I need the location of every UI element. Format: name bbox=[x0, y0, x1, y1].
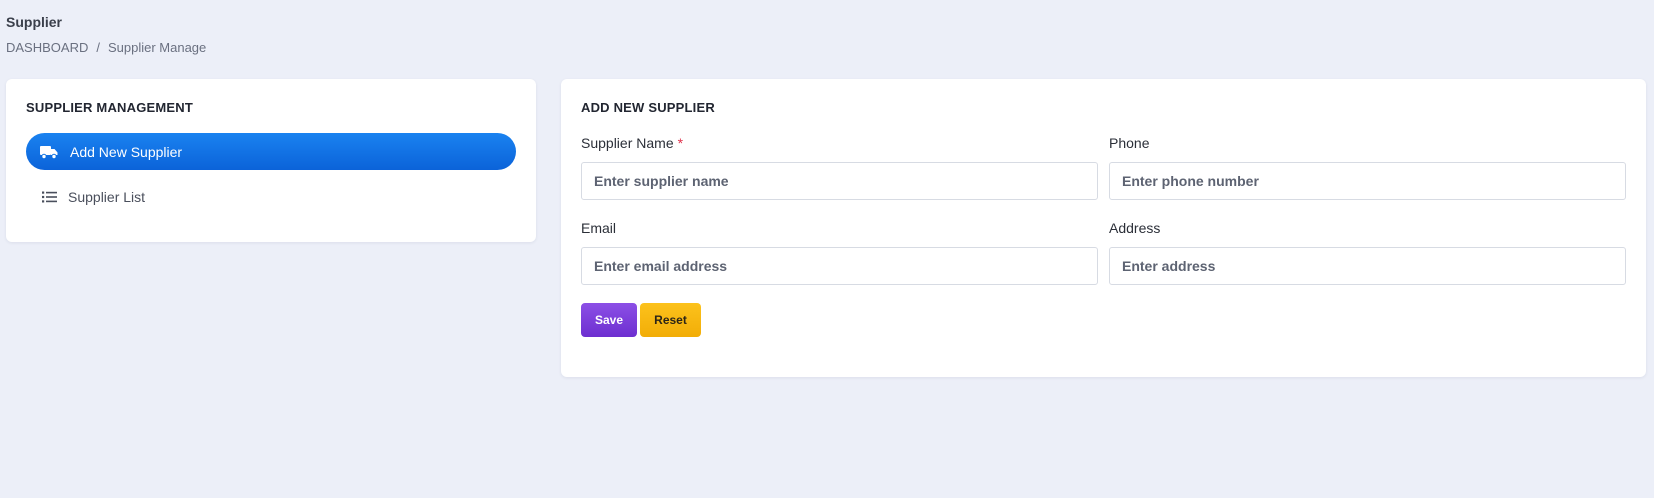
truck-icon bbox=[40, 144, 58, 160]
email-label: Email bbox=[581, 220, 617, 236]
supplier-name-input[interactable] bbox=[581, 162, 1098, 200]
breadcrumb-dashboard-link[interactable]: DASHBOARD bbox=[6, 40, 88, 55]
nav-item-label: Supplier List bbox=[68, 188, 146, 205]
breadcrumb-current: Supplier Manage bbox=[107, 40, 207, 55]
save-button[interactable]: Save bbox=[581, 303, 637, 337]
nav-item-supplier-list[interactable]: Supplier List bbox=[26, 178, 516, 215]
email-input[interactable] bbox=[581, 247, 1098, 285]
add-supplier-form-title: ADD NEW SUPPLIER bbox=[581, 100, 715, 115]
list-icon bbox=[40, 189, 58, 205]
breadcrumb-separator: / bbox=[96, 40, 100, 55]
phone-input[interactable] bbox=[1109, 162, 1626, 200]
nav-item-add-new-supplier[interactable]: Add New Supplier bbox=[26, 133, 516, 170]
supplier-name-label-text: Supplier Name bbox=[581, 135, 674, 151]
supplier-management-title: SUPPLIER MANAGEMENT bbox=[26, 100, 194, 115]
address-label: Address bbox=[1109, 220, 1161, 236]
required-asterisk: * bbox=[677, 135, 684, 151]
address-input[interactable] bbox=[1109, 247, 1626, 285]
reset-button[interactable]: Reset bbox=[640, 303, 701, 337]
add-supplier-form-card: ADD NEW SUPPLIER Supplier Name* Phone Em… bbox=[561, 79, 1646, 377]
breadcrumb: DASHBOARD / Supplier Manage bbox=[6, 40, 206, 55]
nav-item-label: Add New Supplier bbox=[70, 143, 183, 160]
page-title: Supplier bbox=[6, 14, 63, 30]
supplier-management-card: SUPPLIER MANAGEMENT Add New Supplier Sup… bbox=[6, 79, 536, 242]
phone-label: Phone bbox=[1109, 135, 1150, 151]
supplier-name-label: Supplier Name * bbox=[581, 135, 683, 151]
